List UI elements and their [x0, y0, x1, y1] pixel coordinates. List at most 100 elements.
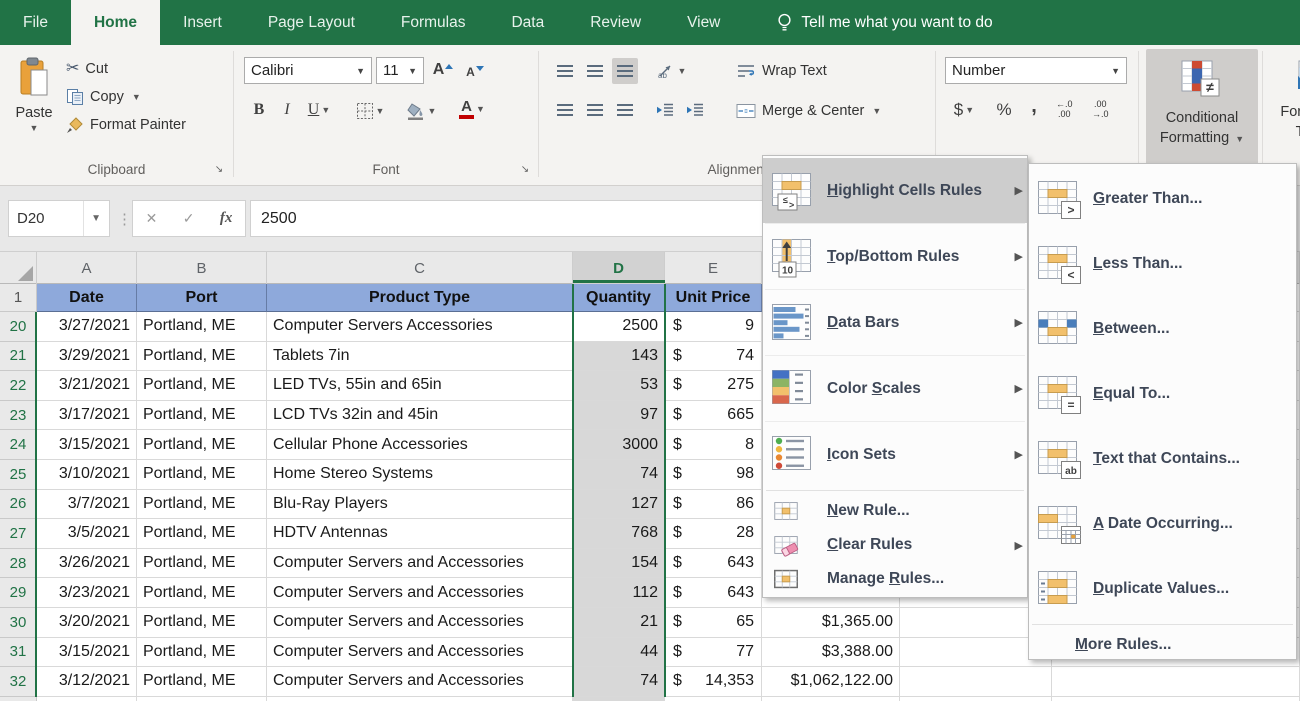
decrease-font-size-button[interactable]: A	[462, 59, 488, 85]
cell-B26[interactable]: Portland, ME	[137, 490, 267, 520]
cell-E21[interactable]: $74	[665, 342, 762, 372]
orientation-button[interactable]: ab ▼	[652, 58, 690, 84]
cell-D24[interactable]: 3000	[573, 430, 665, 460]
menu-item-equal-to[interactable]: =Equal To...	[1029, 361, 1296, 426]
cell-E26[interactable]: $86	[665, 490, 762, 520]
font-dialog-launcher[interactable]: ↘	[518, 162, 532, 176]
name-box-dropdown-icon[interactable]: ▼	[83, 201, 101, 236]
cell-B22[interactable]: Portland, ME	[137, 371, 267, 401]
cell-A22[interactable]: 3/21/2021	[37, 371, 137, 401]
cell-F33[interactable]	[762, 697, 900, 701]
cell-C27[interactable]: HDTV Antennas	[267, 519, 573, 549]
cell-E27[interactable]: $28	[665, 519, 762, 549]
cell-E1[interactable]: Unit Price	[665, 284, 762, 312]
tab-review[interactable]: Review	[567, 0, 664, 45]
cell-D33[interactable]	[573, 697, 665, 701]
middle-align-button[interactable]	[582, 58, 608, 84]
cell-A21[interactable]: 3/29/2021	[37, 342, 137, 372]
conditional-formatting-button[interactable]: ≠ Conditional Formatting ▼	[1146, 49, 1258, 181]
fill-color-button[interactable]: ▼	[400, 98, 442, 124]
tab-data[interactable]: Data	[488, 0, 567, 45]
row-header-31[interactable]: 31	[0, 638, 37, 668]
select-all-corner[interactable]	[0, 252, 37, 284]
increase-font-size-button[interactable]: A	[430, 57, 456, 83]
cell-C26[interactable]: Blu-Ray Players	[267, 490, 573, 520]
tab-view[interactable]: View	[664, 0, 743, 45]
cell-E31[interactable]: $77	[665, 638, 762, 668]
cell-C29[interactable]: Computer Servers and Accessories	[267, 578, 573, 608]
menu-item-clear-rules[interactable]: Clear Rules▶	[763, 528, 1027, 562]
tab-insert[interactable]: Insert	[160, 0, 245, 45]
cell-B30[interactable]: Portland, ME	[137, 608, 267, 638]
cell-H32[interactable]	[1052, 667, 1300, 697]
name-box[interactable]: D20 ▼	[8, 200, 110, 237]
cell-A29[interactable]: 3/23/2021	[37, 578, 137, 608]
menu-item-duplicate-values[interactable]: Duplicate Values...	[1029, 556, 1296, 621]
cell-D23[interactable]: 97	[573, 401, 665, 431]
align-right-button[interactable]	[612, 97, 638, 123]
tab-file[interactable]: File	[0, 0, 71, 45]
cell-A25[interactable]: 3/10/2021	[37, 460, 137, 490]
cell-B29[interactable]: Portland, ME	[137, 578, 267, 608]
column-header-D[interactable]: D	[573, 252, 665, 284]
menu-item-less-than[interactable]: <Less Than...	[1029, 231, 1296, 296]
cell-E32[interactable]: $14,353	[665, 667, 762, 697]
tab-formulas[interactable]: Formulas	[378, 0, 489, 45]
cell-A23[interactable]: 3/17/2021	[37, 401, 137, 431]
cell-A33[interactable]	[37, 697, 137, 701]
tab-home[interactable]: Home	[71, 0, 160, 45]
menu-item-new-rule[interactable]: New Rule...	[763, 494, 1027, 528]
decrease-indent-button[interactable]	[652, 97, 678, 123]
copy-button[interactable]: Copy ▼	[66, 85, 141, 109]
align-left-button[interactable]	[552, 97, 578, 123]
bold-button[interactable]: B	[246, 97, 272, 123]
comma-style-button[interactable]: ,	[1021, 93, 1047, 119]
cell-D27[interactable]: 768	[573, 519, 665, 549]
menu-item-a-date-occurring[interactable]: A Date Occurring...	[1029, 491, 1296, 556]
cell-B28[interactable]: Portland, ME	[137, 549, 267, 579]
cell-D26[interactable]: 127	[573, 490, 665, 520]
tab-page-layout[interactable]: Page Layout	[245, 0, 378, 45]
column-header-C[interactable]: C	[267, 252, 573, 284]
menu-item-highlight-cells-rules[interactable]: ≤>Highlight Cells Rules▶	[763, 158, 1027, 223]
merge-center-button[interactable]: Merge & Center ▼	[736, 99, 881, 123]
cell-A27[interactable]: 3/5/2021	[37, 519, 137, 549]
cell-A24[interactable]: 3/15/2021	[37, 430, 137, 460]
menu-item-data-bars[interactable]: Data Bars▶	[763, 290, 1027, 355]
menu-item-text-that-contains[interactable]: abText that Contains...	[1029, 426, 1296, 491]
paste-button[interactable]: Paste ▼	[6, 51, 62, 157]
cell-A32[interactable]: 3/12/2021	[37, 667, 137, 697]
cell-E25[interactable]: $98	[665, 460, 762, 490]
menu-item-icon-sets[interactable]: Icon Sets▶	[763, 422, 1027, 487]
cell-B23[interactable]: Portland, ME	[137, 401, 267, 431]
cell-B27[interactable]: Portland, ME	[137, 519, 267, 549]
cell-C24[interactable]: Cellular Phone Accessories	[267, 430, 573, 460]
font-name-combo[interactable]: Calibri▼	[244, 57, 372, 84]
cell-D22[interactable]: 53	[573, 371, 665, 401]
cancel-icon[interactable]: ✕	[146, 210, 158, 227]
formula-bar-resize-handle[interactable]: ⋮	[117, 200, 131, 237]
cell-D28[interactable]: 154	[573, 549, 665, 579]
cell-C21[interactable]: Tablets 7in	[267, 342, 573, 372]
underline-button[interactable]: U▼	[300, 97, 338, 123]
menu-item-top-bottom-rules[interactable]: 10Top/Bottom Rules▶	[763, 224, 1027, 289]
cell-F31[interactable]: $3,388.00	[762, 638, 900, 668]
cell-E20[interactable]: $9	[665, 312, 762, 342]
top-align-button[interactable]	[552, 58, 578, 84]
row-header-23[interactable]: 23	[0, 401, 37, 431]
insert-function-icon[interactable]: fx	[220, 210, 233, 227]
cell-E23[interactable]: $665	[665, 401, 762, 431]
enter-icon[interactable]: ✓	[183, 210, 195, 227]
percent-style-button[interactable]: %	[991, 97, 1017, 123]
cell-A31[interactable]: 3/15/2021	[37, 638, 137, 668]
cell-D31[interactable]: 44	[573, 638, 665, 668]
row-header-29[interactable]: 29	[0, 578, 37, 608]
cell-B33[interactable]	[137, 697, 267, 701]
cell-C23[interactable]: LCD TVs 32in and 45in	[267, 401, 573, 431]
row-header-26[interactable]: 26	[0, 490, 37, 520]
cell-E28[interactable]: $643	[665, 549, 762, 579]
column-header-A[interactable]: A	[37, 252, 137, 284]
cell-F32[interactable]: $1,062,122.00	[762, 667, 900, 697]
cell-A26[interactable]: 3/7/2021	[37, 490, 137, 520]
cell-C28[interactable]: Computer Servers and Accessories	[267, 549, 573, 579]
